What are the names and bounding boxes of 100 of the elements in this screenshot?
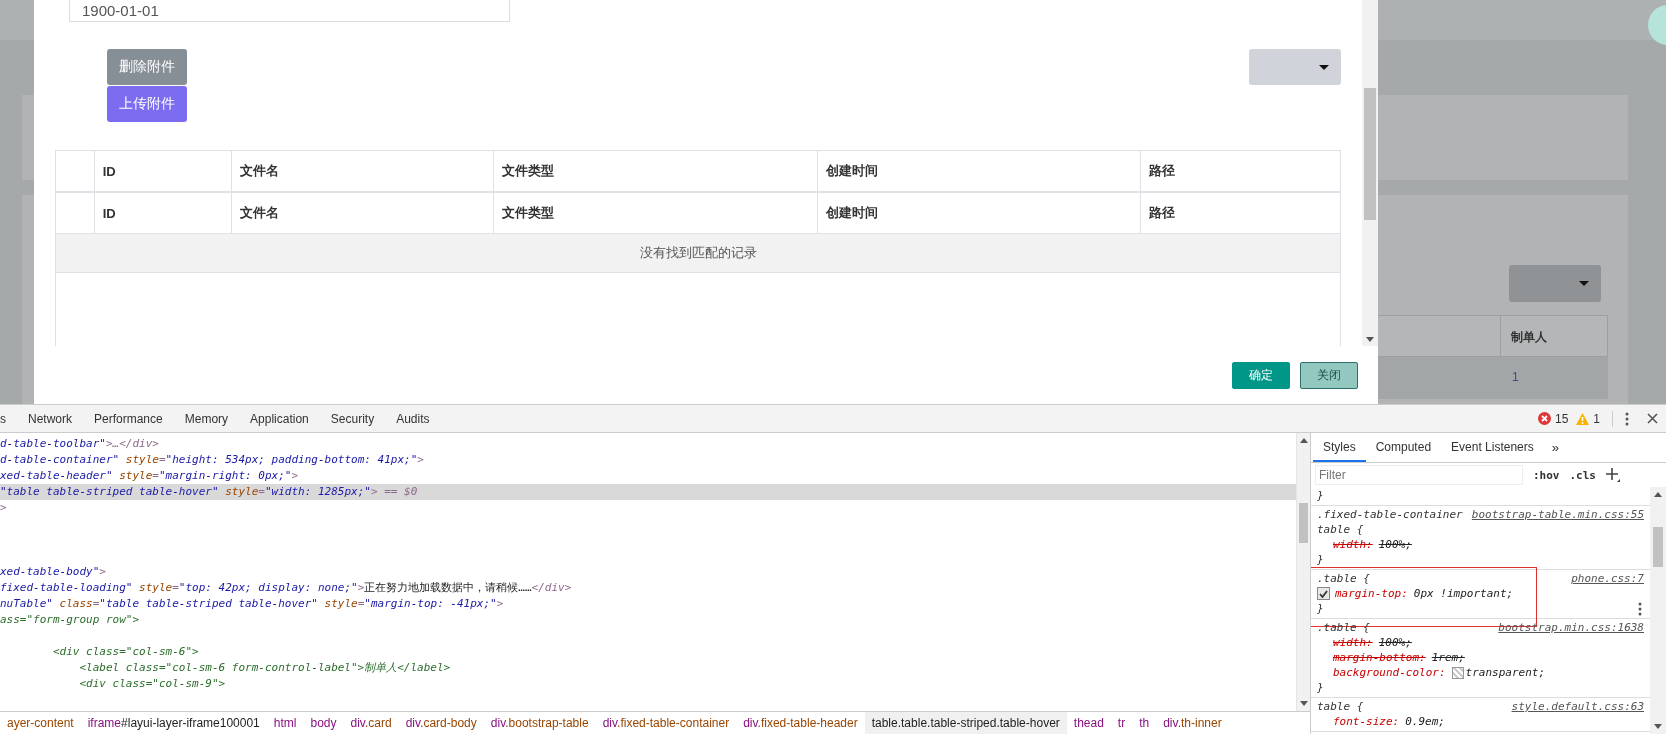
source-link[interactable]: phone.css:7 [1571,571,1644,586]
code-line[interactable]: <div class="col-sm-9"> [0,676,1296,692]
closing-brace: } [1317,488,1324,503]
action-button[interactable]: 上传附件 [107,86,187,122]
closing-brace: } [1317,680,1324,695]
panel-tab[interactable]: Security [330,411,375,426]
closing-brace: } [1317,552,1324,567]
breadcrumb-item[interactable]: thead [1066,712,1111,734]
panel-tab[interactable]: Event Listeners [1441,433,1544,462]
css-property: font-size: [1333,714,1400,729]
more-icon[interactable] [1638,602,1642,616]
panel-tab[interactable]: Styles [1313,433,1366,462]
source-link[interactable]: style.default.css:63 [1511,699,1644,714]
check-icon [1319,589,1328,598]
column-header[interactable]: 文件类型 [493,192,818,234]
scrollbar[interactable] [1650,487,1666,734]
dropdown-button[interactable] [1249,49,1341,85]
css-value: 100%; [1378,635,1412,650]
breadcrumb-item[interactable]: th [1132,712,1157,734]
column-header[interactable]: ID [94,192,232,234]
css-value: transparent; [1465,665,1546,680]
warning-icon [1576,412,1590,425]
scroll-thumb[interactable] [1299,503,1308,543]
close-icon[interactable] [1647,413,1658,424]
scroll-thumb[interactable] [1653,527,1663,567]
scroll-thumb[interactable] [1364,88,1376,220]
code-line[interactable]: nuTable" class="table table-striped table-hover" style="margin-top: -41px;"> [0,596,1296,612]
dialog-button[interactable]: 确定 [1232,361,1290,389]
breadcrumb-item[interactable]: iframe#layui-layer-iframe100001 [80,712,267,734]
source-link[interactable]: bootstrap.min.css:1638 [1498,620,1644,635]
panel-tab[interactable]: Application [250,411,309,426]
code-line[interactable]: xed-table-body"> [0,564,1296,580]
filter-field[interactable]: Filter [1315,465,1523,485]
scroll-down-icon [1366,337,1374,342]
column-header[interactable]: 路径 [1140,192,1340,234]
caret-icon [1579,281,1589,286]
code-line[interactable]: > [0,500,1296,516]
error-icon [1537,412,1551,425]
breadcrumb-item[interactable]: table.table.table-striped.table-hover [864,712,1067,734]
breadcrumb-item[interactable]: div.bootstrap-table [483,712,596,734]
column-header[interactable]: 路径 [1140,151,1340,192]
panel-tab[interactable]: Computed [1365,433,1442,462]
css-value: 0.9em; [1405,714,1445,729]
more-icon[interactable] [1625,411,1629,426]
scrollbar[interactable] [1362,0,1378,346]
breadcrumb-item[interactable]: div.fixed-table-container [595,712,737,734]
date-field[interactable]: 1900-01-01 [69,0,510,22]
panel-tab[interactable]: Audits [396,411,430,426]
scroll-down-icon [1299,701,1308,706]
css-selector: table { [1317,699,1364,714]
color-swatch[interactable] [1451,666,1464,679]
class-toggle[interactable]: .cls [1569,468,1596,482]
column-header[interactable]: 文件名 [232,151,494,192]
panel-tab[interactable]: s [0,411,6,426]
scroll-down-icon [1654,724,1662,729]
empty-message: 没有找到匹配的记录 [56,233,1340,273]
error-count: 15 [1554,411,1569,426]
checkbox[interactable] [1317,587,1330,600]
warning-count: 1 [1593,411,1600,426]
css-selector: .fixed-table-container [1317,507,1463,522]
code-line[interactable]: <div class="col-sm-6"> [0,644,1296,660]
dropdown-button[interactable] [1509,265,1601,302]
column-header[interactable]: 文件类型 [493,151,818,192]
css-property: width: [1333,537,1373,552]
breadcrumb-item[interactable]: tr [1110,712,1133,734]
column-header[interactable]: 创建时间 [817,192,1141,234]
column-header[interactable]: 创建时间 [817,151,1141,192]
breadcrumb-item[interactable]: div.card-body [398,712,484,734]
plus-icon[interactable] [1606,468,1620,482]
panel-tab[interactable]: Network [28,411,72,426]
code-line[interactable]: <label class="col-sm-6 form-control-label">制单人</label> [0,660,1296,676]
scroll-up-icon [1654,492,1662,497]
scrollbar[interactable] [1296,433,1310,711]
column-header[interactable]: 文件名 [232,192,494,234]
table-cell-text: 1 [1511,369,1520,386]
breadcrumb-item[interactable]: html [266,712,304,734]
breadcrumb-item[interactable]: body [303,712,344,734]
breadcrumb-item[interactable]: div.fixed-table-header [736,712,865,734]
scroll-up-icon [1299,438,1308,443]
code-line[interactable]: fixed-table-loading" style="top: 42px; display: none;">正在努力地加载数据中，请稍候……</div> [0,580,1296,596]
code-line[interactable]: xed-table-header" style="margin-right: 0px;"> [0,468,1296,484]
dialog-button[interactable]: 关闭 [1300,361,1358,389]
css-value: 100%; [1378,537,1412,552]
breadcrumb-item[interactable]: div.th-inner [1156,712,1229,734]
more-tabs-button[interactable]: » [1543,433,1567,462]
hover-toggle[interactable]: :hov [1533,468,1560,482]
panel-tab[interactable]: Performance [94,411,163,426]
column-header[interactable]: ID [94,151,232,192]
breadcrumb-item[interactable]: div.card [343,712,399,734]
closing-brace: } [1317,601,1324,616]
css-property: margin-top: [1335,586,1408,601]
source-link[interactable]: bootstrap-table.min.css:55 [1471,507,1644,522]
breadcrumb-item[interactable]: ayer-content [0,712,81,734]
panel-tab[interactable]: Memory [184,411,229,426]
code-line[interactable]: ass="form-group row"> [0,612,1296,628]
code-line[interactable]: d-table-container" style="height: 534px; padding-bottom: 41px;"> [0,452,1296,468]
css-value: 0px !important; [1413,586,1514,601]
css-selector: .table { [1317,571,1370,586]
css-value: 1rem; [1431,650,1465,665]
code-line[interactable]: d-table-toolbar">…</div> [0,436,1296,452]
